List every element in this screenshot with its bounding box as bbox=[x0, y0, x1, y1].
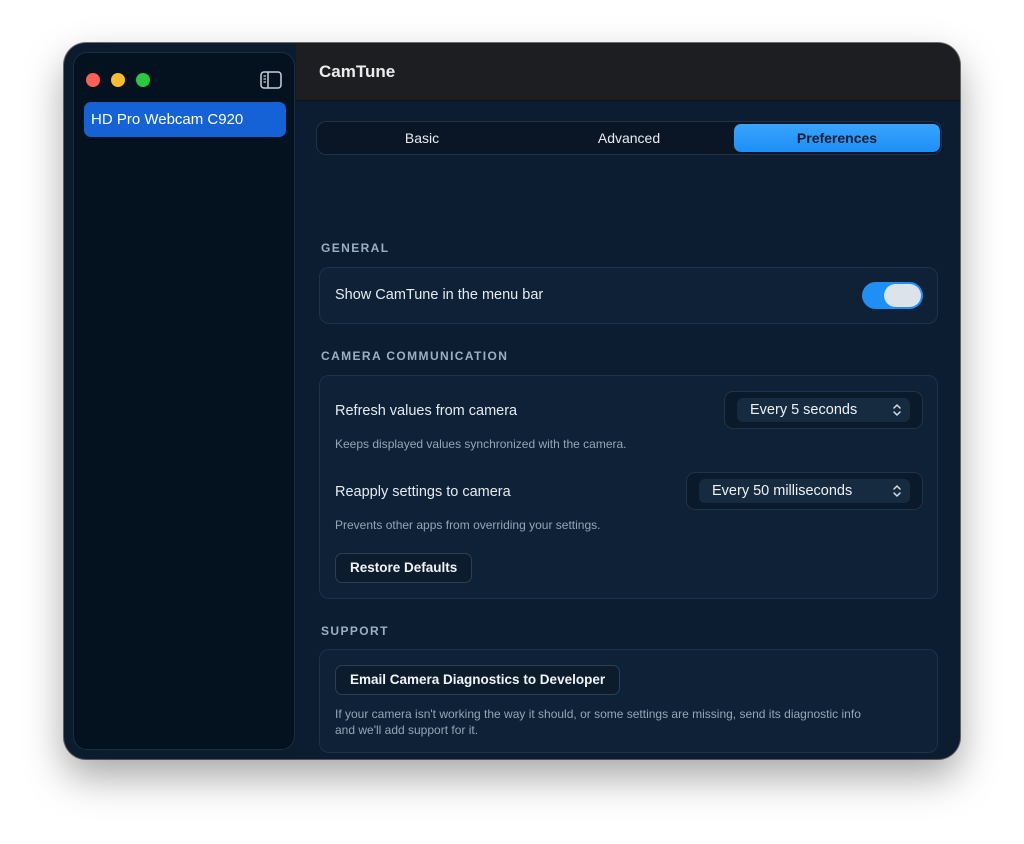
tab-basic[interactable]: Basic bbox=[319, 124, 525, 152]
reapply-settings-help: Prevents other apps from overriding your… bbox=[335, 518, 601, 532]
support-help-line-2: and we'll add support for it. bbox=[335, 723, 479, 737]
zoom-window-button[interactable] bbox=[136, 73, 150, 87]
refresh-interval-value: Every 5 seconds bbox=[750, 402, 858, 418]
tab-preferences[interactable]: Preferences bbox=[734, 124, 940, 152]
menu-bar-toggle[interactable] bbox=[862, 282, 923, 309]
sidebar-toggle-icon[interactable] bbox=[260, 71, 282, 89]
reapply-settings-label: Reapply settings to camera bbox=[335, 484, 511, 500]
general-card: Show CamTune in the menu bar bbox=[319, 267, 938, 324]
toggle-knob bbox=[884, 284, 921, 307]
support-section-heading: SUPPORT bbox=[321, 624, 389, 638]
refresh-interval-select[interactable]: Every 5 seconds bbox=[724, 391, 923, 429]
close-window-button[interactable] bbox=[86, 73, 100, 87]
app-window: HD Pro Webcam C920 CamTune Basic Advance… bbox=[64, 43, 960, 759]
refresh-values-label: Refresh values from camera bbox=[335, 403, 518, 419]
camera-communication-section-heading: CAMERA COMMUNICATION bbox=[321, 349, 509, 363]
reapply-interval-value-box: Every 50 milliseconds bbox=[699, 479, 910, 503]
camera-communication-card: Refresh values from camera Every 5 secon… bbox=[319, 375, 938, 599]
minimize-window-button[interactable] bbox=[111, 73, 125, 87]
sidebar: HD Pro Webcam C920 bbox=[73, 52, 295, 750]
chevron-up-down-icon bbox=[892, 483, 902, 499]
tab-bar: Basic Advanced Preferences bbox=[316, 121, 942, 155]
main-content: Basic Advanced Preferences GENERAL Show … bbox=[296, 101, 960, 759]
sidebar-item-hd-pro-webcam-c920[interactable]: HD Pro Webcam C920 bbox=[84, 102, 286, 137]
sidebar-item-label: HD Pro Webcam C920 bbox=[91, 111, 244, 128]
support-card: Email Camera Diagnostics to Developer If… bbox=[319, 649, 938, 753]
reapply-interval-value: Every 50 milliseconds bbox=[712, 483, 853, 499]
title-bar: CamTune bbox=[296, 43, 960, 101]
tab-advanced[interactable]: Advanced bbox=[526, 124, 732, 152]
menu-bar-label: Show CamTune in the menu bar bbox=[335, 287, 544, 303]
chevron-up-down-icon bbox=[892, 402, 902, 418]
restore-defaults-button[interactable]: Restore Defaults bbox=[335, 553, 473, 583]
reapply-interval-select[interactable]: Every 50 milliseconds bbox=[686, 472, 923, 510]
refresh-values-help: Keeps displayed values synchronized with… bbox=[335, 437, 627, 451]
refresh-interval-value-box: Every 5 seconds bbox=[737, 398, 910, 422]
window-title: CamTune bbox=[319, 62, 396, 81]
email-diagnostics-button[interactable]: Email Camera Diagnostics to Developer bbox=[335, 665, 621, 695]
general-section-heading: GENERAL bbox=[321, 241, 390, 255]
support-help-line-1: If your camera isn't working the way it … bbox=[335, 707, 861, 721]
